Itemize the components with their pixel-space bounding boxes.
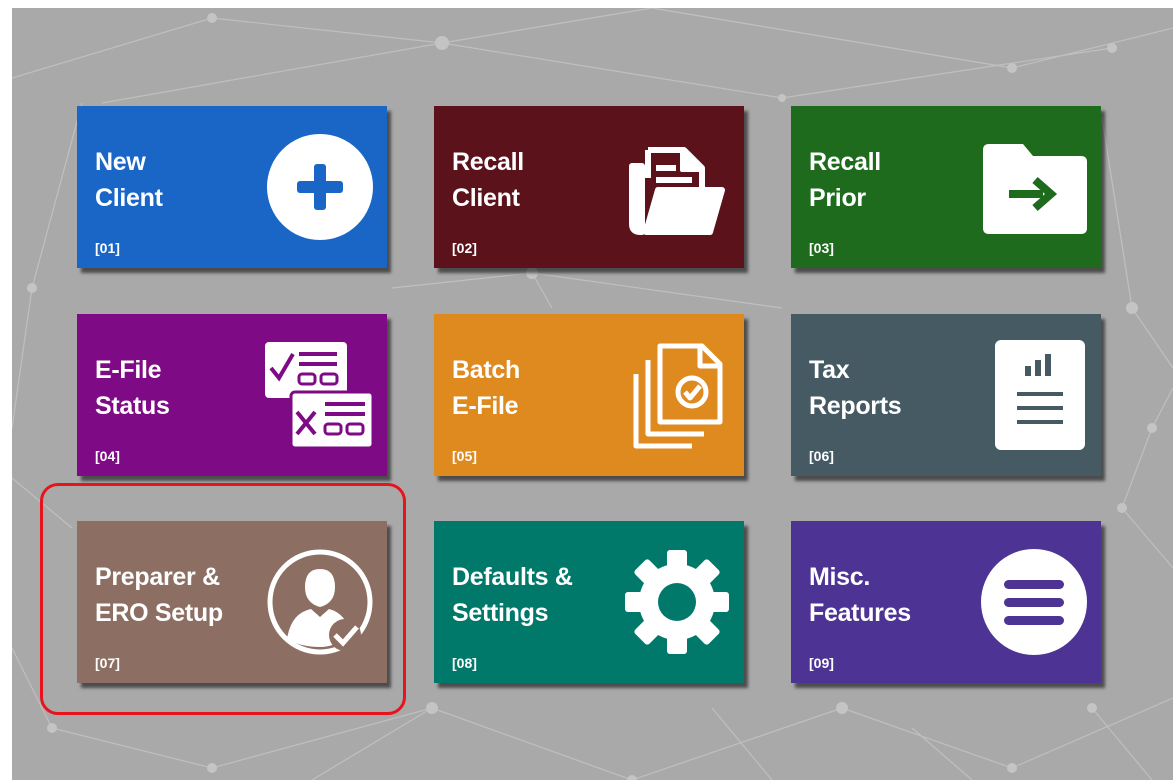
tile-title-line2: Settings — [452, 599, 549, 627]
misc-features-tile[interactable]: Misc. Features [09] — [791, 521, 1101, 683]
plus-circle-icon — [265, 132, 375, 242]
tile-code: [08] — [452, 655, 477, 671]
tile-code: [01] — [95, 240, 120, 256]
tile-code: [06] — [809, 448, 834, 464]
tile-title-line2: Features — [809, 599, 911, 627]
tile-title-line2: Client — [452, 184, 520, 212]
batch-e-file-tile[interactable]: Batch E-File [05] — [434, 314, 744, 476]
tile-title: Batch E-File — [452, 352, 520, 424]
tile-title-line2: Client — [95, 184, 163, 212]
tile-code: [05] — [452, 448, 477, 464]
tile-title-line1: E-File — [95, 356, 162, 384]
recall-prior-tile[interactable]: Recall Prior [03] — [791, 106, 1101, 268]
stacked-documents-icon — [622, 340, 732, 450]
tile-title: E-File Status — [95, 352, 170, 424]
tile-title-line1: Batch — [452, 356, 520, 384]
forms-check-cross-icon — [265, 340, 375, 450]
tile-code: [09] — [809, 655, 834, 671]
new-client-tile[interactable]: New Client [01] — [77, 106, 387, 268]
tile-code: [04] — [95, 448, 120, 464]
open-folder-icon — [622, 132, 732, 242]
tile-title: New Client — [95, 144, 163, 216]
tile-title: Recall Client — [452, 144, 524, 216]
menu-circle-icon — [979, 547, 1089, 657]
tile-code: [03] — [809, 240, 834, 256]
tile-title-line1: Recall — [452, 148, 524, 176]
tile-title-line1: Tax — [809, 356, 850, 384]
tax-reports-tile[interactable]: Tax Reports [06] — [791, 314, 1101, 476]
defaults-settings-tile[interactable]: Defaults & Settings [08] — [434, 521, 744, 683]
folder-arrow-icon — [979, 132, 1089, 242]
selection-highlight — [40, 483, 406, 715]
report-chart-icon — [979, 340, 1089, 450]
tile-title: Defaults & Settings — [452, 559, 573, 631]
e-file-status-tile[interactable]: E-File Status [04] — [77, 314, 387, 476]
tile-title-line1: New — [95, 148, 146, 176]
gear-icon — [622, 547, 732, 657]
tile-title-line2: Prior — [809, 184, 866, 212]
recall-client-tile[interactable]: Recall Client [02] — [434, 106, 744, 268]
tile-code: [02] — [452, 240, 477, 256]
tile-title-line1: Defaults & — [452, 563, 573, 591]
tile-title: Recall Prior — [809, 144, 881, 216]
tile-title-line2: E-File — [452, 392, 519, 420]
tile-title-line2: Status — [95, 392, 170, 420]
tile-title: Tax Reports — [809, 352, 902, 424]
tile-title: Misc. Features — [809, 559, 911, 631]
tile-title-line1: Recall — [809, 148, 881, 176]
tile-title-line2: Reports — [809, 392, 902, 420]
tile-title-line1: Misc. — [809, 563, 871, 591]
